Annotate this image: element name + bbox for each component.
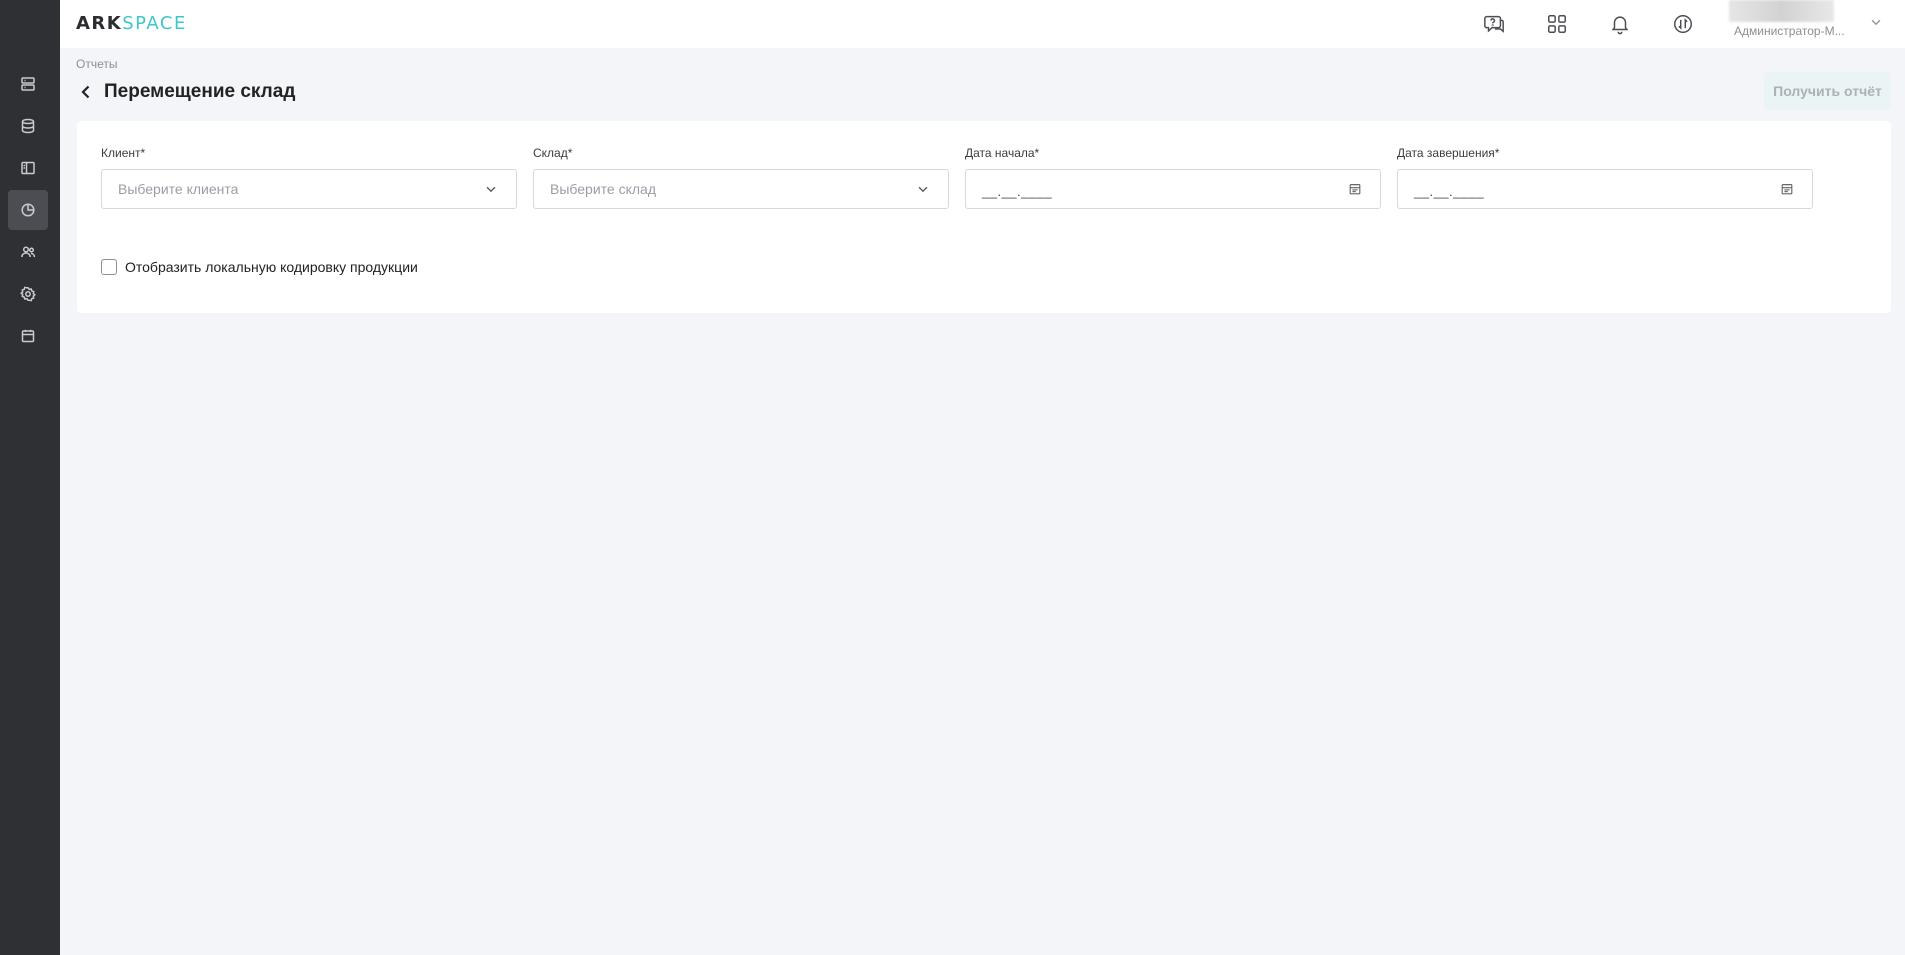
- warehouse-label: Склад*: [533, 146, 573, 160]
- sidebar-item-users[interactable]: [8, 232, 48, 272]
- sync-exchange-icon: [1674, 15, 1692, 33]
- sidebar-item-calendar[interactable]: [8, 316, 48, 356]
- logo-space: SPACE: [122, 13, 187, 34]
- calendar-icon[interactable]: [1780, 182, 1796, 198]
- start-date-value: __.__.____: [982, 184, 1053, 199]
- app-logo[interactable]: ARKSPACE: [76, 13, 187, 34]
- end-date-value: __.__.____: [1414, 184, 1485, 199]
- local-encoding-checkbox[interactable]: [101, 259, 117, 275]
- breadcrumb[interactable]: Отчеты: [76, 57, 117, 71]
- users-icon: [21, 246, 36, 258]
- chevron-down-icon: [484, 182, 500, 198]
- end-date-input[interactable]: __.__.____: [1397, 169, 1813, 209]
- calendar-icon: [21, 329, 35, 343]
- sidebar-item-server[interactable]: [8, 64, 48, 104]
- sidebar-item-layout[interactable]: [8, 148, 48, 188]
- start-date-input[interactable]: __.__.____: [965, 169, 1381, 209]
- end-date-label: Дата завершения*: [1397, 146, 1500, 160]
- local-encoding-label[interactable]: Отобразить локальную кодировку продукции: [125, 259, 418, 275]
- warehouse-select[interactable]: Выберите склад: [533, 169, 949, 209]
- logo-ark: ARK: [76, 13, 123, 34]
- warehouse-placeholder: Выберите склад: [550, 181, 656, 197]
- sync-button[interactable]: [1671, 12, 1695, 36]
- layout-icon: [21, 161, 35, 175]
- page-title: Перемещение склад: [104, 81, 296, 102]
- sidebar-item-reports[interactable]: [8, 190, 48, 230]
- bell-icon: [1611, 16, 1629, 35]
- get-report-button[interactable]: Получить отчёт: [1764, 72, 1891, 110]
- user-name[interactable]: Администратор-М...: [1734, 24, 1845, 38]
- sidebar-item-settings[interactable]: [8, 274, 48, 314]
- server-icon: [21, 77, 35, 91]
- settings-gear-icon: [20, 286, 36, 302]
- notifications-button[interactable]: [1608, 12, 1632, 36]
- start-date-label: Дата начала*: [965, 146, 1040, 160]
- support-chat-button[interactable]: [1482, 12, 1506, 36]
- calendar-icon[interactable]: [1348, 182, 1364, 198]
- grid-icon: [1548, 15, 1566, 33]
- sidebar-item-database[interactable]: [8, 106, 48, 146]
- avatar[interactable]: [1729, 0, 1834, 22]
- client-label: Клиент*: [101, 146, 146, 160]
- apps-grid-button[interactable]: [1545, 12, 1569, 36]
- database-icon: [21, 118, 35, 134]
- back-button[interactable]: [78, 82, 98, 102]
- top-header: ARKSPACE Администратор-М...: [60, 0, 1905, 48]
- reports-pie-icon: [21, 203, 35, 217]
- chevron-down-icon: [1871, 19, 1881, 26]
- chat-help-icon: [1484, 15, 1504, 33]
- chevron-left-icon: [81, 85, 90, 99]
- client-select[interactable]: Выберите клиента: [101, 169, 517, 209]
- chevron-down-icon: [916, 182, 932, 198]
- sidebar: [0, 0, 60, 955]
- user-menu-toggle[interactable]: [1869, 15, 1885, 31]
- client-placeholder: Выберите клиента: [118, 181, 239, 197]
